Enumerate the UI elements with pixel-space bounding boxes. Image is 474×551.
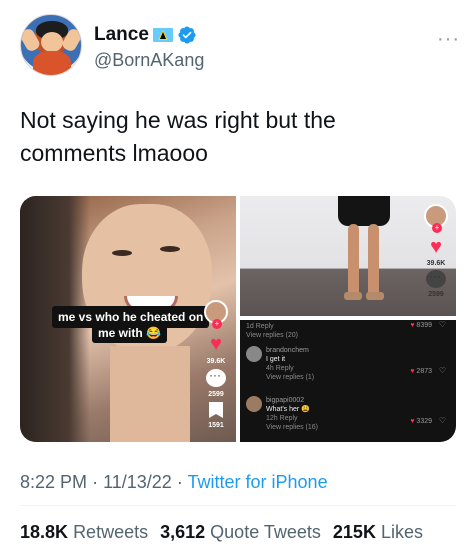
dislike-icon[interactable]: ♡ xyxy=(439,320,446,329)
tweet-date[interactable]: 11/13/22 xyxy=(103,472,172,492)
likes-count: 215K xyxy=(332,522,376,542)
dislike-icon[interactable]: ♡ xyxy=(439,366,446,375)
comment-reply[interactable]: Reply xyxy=(280,415,298,422)
follow-plus-icon[interactable]: + xyxy=(212,319,222,329)
comment-view-replies[interactable]: View replies (20) xyxy=(246,332,298,339)
tweet-header: Lance @BornAKang ··· xyxy=(20,14,460,78)
tiktok-side-actions-2: + ♥ 39.6K 2599 xyxy=(422,204,450,298)
comment-reply[interactable]: Reply xyxy=(256,323,274,330)
author-name-row: Lance xyxy=(94,24,197,46)
media-top-right-tiktok[interactable]: + ♥ 39.6K 2599 xyxy=(240,196,456,316)
saint-lucia-flag-icon xyxy=(152,28,173,42)
tweet-source-link[interactable]: Twitter for iPhone xyxy=(188,472,328,492)
comment-view-replies[interactable]: View replies (16) xyxy=(266,424,318,431)
media-comments-screenshot[interactable]: 1d Reply View replies (20) 8399 ♡ brando… xyxy=(240,320,456,442)
quotes-count: 3,612 xyxy=(160,522,206,542)
photo-heel-right xyxy=(366,292,384,300)
retweets-stat[interactable]: 18.8K Retweets xyxy=(20,522,148,543)
comment-item: bigpapi0002 What's her 😩 12h Reply View … xyxy=(266,396,450,432)
timestamp-separator-2: · xyxy=(176,472,183,492)
comment-like-count[interactable]: 3329 xyxy=(410,418,432,425)
divider xyxy=(20,505,456,506)
comment-item: brandonchem I get it 4h Reply View repli… xyxy=(266,346,450,382)
author-handle[interactable]: @BornAKang xyxy=(94,50,204,71)
retweets-count: 18.8K xyxy=(20,522,69,542)
dislike-icon[interactable]: ♡ xyxy=(439,416,446,425)
heart-icon-2[interactable]: ♥ xyxy=(430,237,442,257)
follow-plus-icon-2[interactable]: + xyxy=(432,223,442,233)
photo-leg-left xyxy=(348,224,359,298)
comment-time: 12h xyxy=(266,415,278,422)
retweets-label: Retweets xyxy=(73,522,149,542)
likes-label: Likes xyxy=(380,522,423,542)
photo-eye-right xyxy=(160,246,180,252)
comment-like-count[interactable]: 2873 xyxy=(410,368,432,375)
comment-count-2: 2599 xyxy=(428,291,444,298)
creator-avatar-2[interactable]: + xyxy=(424,204,448,233)
timestamp-separator: · xyxy=(92,472,99,492)
verified-badge-icon xyxy=(178,26,196,44)
like-count-2: 39.6K xyxy=(426,260,446,267)
more-options-icon[interactable]: ··· xyxy=(437,28,460,51)
comment-time: 1d xyxy=(246,323,254,330)
avatar-body xyxy=(33,51,71,75)
photo-neck xyxy=(110,346,190,442)
comment-reply[interactable]: Reply xyxy=(276,365,294,372)
author-display-name[interactable]: Lance xyxy=(94,24,149,46)
photo-heel-left xyxy=(344,292,362,300)
tiktok-side-actions: + ♥ 39.6K 2599 1591 xyxy=(202,300,230,429)
tweet-timestamp: 8:22 PM · 11/13/22 · Twitter for iPhone xyxy=(20,472,328,493)
tweet-text: Not saying he was right but the comments… xyxy=(20,107,336,166)
comment-username[interactable]: brandonchem xyxy=(266,347,309,354)
tweet-media-grid[interactable]: me vs who he cheated on me with 😂 + ♥ 39… xyxy=(20,196,456,442)
commenter-avatar[interactable] xyxy=(246,346,262,362)
comment-view-replies[interactable]: View replies (1) xyxy=(266,374,314,381)
avatar-face xyxy=(41,32,63,52)
tweet-stats: 18.8K Retweets 3,612 Quote Tweets 215K L… xyxy=(20,522,423,543)
comment-like-count[interactable]: 8399 xyxy=(410,322,432,329)
photo-eye-left xyxy=(112,250,132,256)
heart-icon[interactable]: ♥ xyxy=(210,334,222,354)
author-avatar[interactable] xyxy=(20,14,82,76)
bookmark-icon[interactable] xyxy=(209,402,223,418)
media-left-tiktok[interactable]: me vs who he cheated on me with 😂 + ♥ 39… xyxy=(20,196,236,442)
likes-stat[interactable]: 215K Likes xyxy=(333,522,423,543)
quotes-label: Quote Tweets xyxy=(210,522,321,542)
creator-avatar[interactable]: + xyxy=(204,300,228,329)
quote-tweets-stat[interactable]: 3,612 Quote Tweets xyxy=(160,522,321,543)
comment-icon-2[interactable] xyxy=(426,269,446,288)
like-count: 39.6K xyxy=(206,358,226,365)
comment-count: 2599 xyxy=(208,391,224,398)
comment-time: 4h xyxy=(266,365,274,372)
comment-username[interactable]: bigpapi0002 xyxy=(266,397,304,404)
comment-text: I get it xyxy=(266,356,286,363)
comment-icon[interactable] xyxy=(206,368,226,387)
photo-leg-right xyxy=(368,224,379,298)
commenter-avatar[interactable] xyxy=(246,396,262,412)
save-count: 1591 xyxy=(208,422,224,429)
tweet-time[interactable]: 8:22 PM xyxy=(20,472,87,492)
tiktok-caption-line2: me with 😂 xyxy=(92,323,167,343)
photo-dress xyxy=(338,196,390,226)
comment-text: What's her 😩 xyxy=(266,406,310,413)
